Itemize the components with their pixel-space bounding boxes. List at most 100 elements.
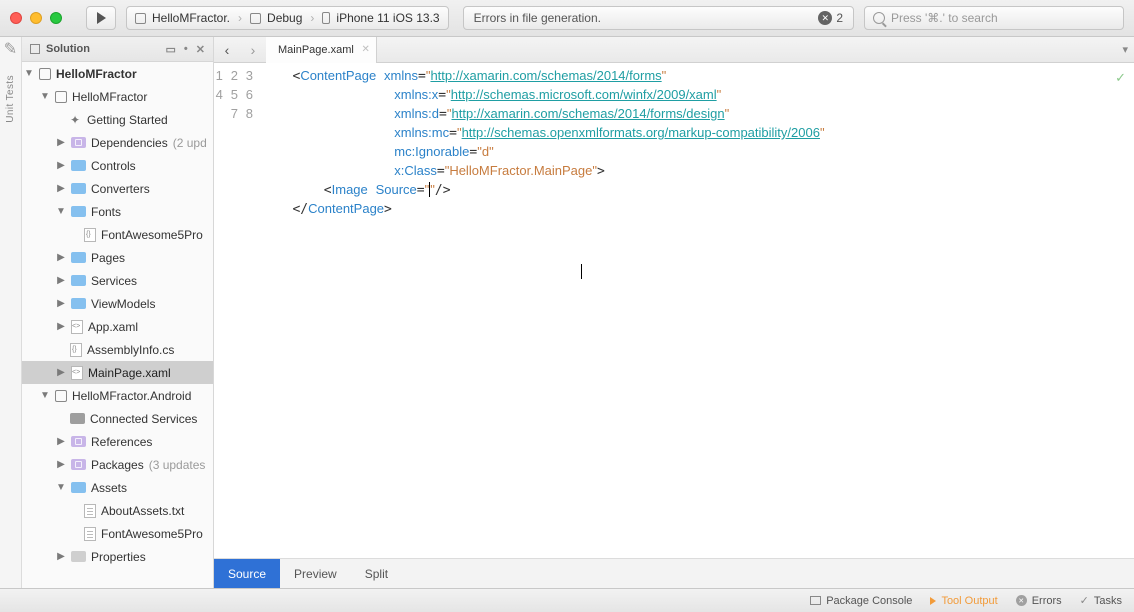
tree-item-services[interactable]: ▶ Services: [22, 269, 213, 292]
folder-icon: [71, 551, 86, 562]
tree-label: Packages: [91, 458, 144, 472]
nav-back-button[interactable]: ‹: [214, 37, 240, 63]
status-text: Errors in file generation.: [474, 11, 601, 25]
global-search[interactable]: Press '⌘.' to search: [864, 6, 1124, 30]
code-editor[interactable]: 1 2 3 4 5 6 7 8 <ContentPage xmlns="http…: [214, 63, 1134, 558]
scheme-config: Debug: [267, 11, 302, 25]
disclosure-icon[interactable]: ▶: [56, 367, 66, 378]
pad-close-icon[interactable]: ✕: [196, 43, 205, 56]
tree-item-fonts[interactable]: ▼ Fonts: [22, 200, 213, 223]
disclosure-icon[interactable]: ▶: [56, 275, 66, 286]
close-tab-button[interactable]: ✕: [361, 44, 369, 55]
tree-item-converters[interactable]: ▶ Converters: [22, 177, 213, 200]
editor-area: ‹ › MainPage.xaml ✕ ▾ 1 2 3 4 5 6 7 8 <C…: [214, 37, 1134, 588]
tree-item-appxaml[interactable]: ▶ App.xaml: [22, 315, 213, 338]
code-content[interactable]: <ContentPage xmlns="http://xamarin.com/s…: [269, 63, 1134, 558]
bottom-package-console[interactable]: Package Console: [810, 595, 912, 607]
zoom-window-button[interactable]: [50, 12, 62, 24]
run-button[interactable]: [86, 6, 116, 30]
tree-item-assets[interactable]: ▼ Assets: [22, 476, 213, 499]
tree-item-fontawesome2[interactable]: FontAwesome5Pro: [22, 522, 213, 545]
tree-label: MainPage.xaml: [88, 366, 171, 380]
run-configuration-selector[interactable]: HelloMFractor. › Debug › iPhone 11 iOS 1…: [126, 6, 449, 30]
minimize-window-button[interactable]: [30, 12, 42, 24]
view-tab-source[interactable]: Source: [214, 559, 280, 588]
tree-label: HelloMFractor.Android: [72, 389, 191, 403]
bottom-tool-output[interactable]: Tool Output: [930, 595, 997, 607]
disclosure-icon[interactable]: ▶: [56, 551, 66, 562]
disclosure-icon[interactable]: ▶: [56, 137, 66, 148]
status-error-indicator[interactable]: 2: [818, 11, 843, 25]
view-tab-split[interactable]: Split: [351, 559, 402, 588]
device-icon: [322, 12, 330, 24]
tree-label: FontAwesome5Pro: [101, 228, 203, 242]
project-icon: [55, 390, 67, 402]
left-dock: ✎ Unit Tests: [0, 37, 22, 588]
bottom-label: Errors: [1032, 595, 1062, 607]
nav-forward-button[interactable]: ›: [240, 37, 266, 63]
tree-item-aboutassets[interactable]: AboutAssets.txt: [22, 499, 213, 522]
view-tab-preview[interactable]: Preview: [280, 559, 351, 588]
folder-icon: [71, 482, 86, 493]
tree-item-getting-started[interactable]: ✦ Getting Started: [22, 108, 213, 131]
disclosure-icon[interactable]: ▶: [56, 160, 66, 171]
close-window-button[interactable]: [10, 12, 22, 24]
editor-view-tabs: Source Preview Split: [214, 558, 1134, 588]
disclosure-icon[interactable]: ▼: [56, 482, 66, 493]
tree-item-mainpage[interactable]: ▶ MainPage.xaml: [22, 361, 213, 384]
toolbox-icon[interactable]: ✎: [5, 43, 17, 55]
tree-project-2[interactable]: ▼ HelloMFractor.Android: [22, 384, 213, 407]
tree-item-pages[interactable]: ▶ Pages: [22, 246, 213, 269]
chevron-right-icon: ›: [238, 11, 242, 25]
tree-item-packages[interactable]: ▶ Packages (3 updates: [22, 453, 213, 476]
solution-pad-header: Solution ▭ • ✕: [22, 37, 213, 62]
disclosure-icon[interactable]: ▶: [56, 459, 66, 470]
disclosure-icon[interactable]: ▼: [40, 91, 50, 102]
play-icon: [930, 597, 936, 605]
tree-item-connected-services[interactable]: Connected Services: [22, 407, 213, 430]
tree-label: Fonts: [91, 205, 121, 219]
folder-icon: [71, 275, 86, 286]
editor-tabbar: ‹ › MainPage.xaml ✕ ▾: [214, 37, 1134, 63]
tree-label: AssemblyInfo.cs: [87, 343, 174, 357]
disclosure-icon[interactable]: ▼: [40, 390, 50, 401]
solution-icon: [39, 68, 51, 80]
bottom-errors[interactable]: Errors: [1016, 595, 1062, 607]
code-file-icon: [70, 343, 82, 357]
pad-icon: [30, 44, 40, 54]
tree-label: HelloMFractor: [56, 67, 137, 81]
tree-item-viewmodels[interactable]: ▶ ViewModels: [22, 292, 213, 315]
tree-item-controls[interactable]: ▶ Controls: [22, 154, 213, 177]
disclosure-icon[interactable]: ▶: [56, 298, 66, 309]
tree-label: Converters: [91, 182, 150, 196]
pad-split-icon[interactable]: ▭: [166, 43, 176, 56]
pad-options-icon[interactable]: •: [184, 43, 188, 56]
disclosure-icon[interactable]: ▶: [56, 436, 66, 447]
tree-hint: (2 upd: [173, 136, 207, 150]
editor-tab-mainpage[interactable]: MainPage.xaml ✕: [266, 37, 377, 63]
tree-item-fontawesome[interactable]: FontAwesome5Pro: [22, 223, 213, 246]
solution-pad-title: Solution: [46, 43, 90, 55]
line-number-gutter: 1 2 3 4 5 6 7 8: [214, 63, 269, 558]
tree-item-assemblyinfo[interactable]: AssemblyInfo.cs: [22, 338, 213, 361]
disclosure-icon[interactable]: ▼: [56, 206, 66, 217]
bottom-tasks[interactable]: ✓ Tasks: [1080, 594, 1122, 607]
left-dock-tab-unit-tests[interactable]: Unit Tests: [5, 75, 16, 123]
disclosure-icon[interactable]: ▶: [56, 252, 66, 263]
tree-label: ViewModels: [91, 297, 155, 311]
bottom-label: Tasks: [1094, 595, 1122, 607]
editor-tab-menu[interactable]: ▾: [1122, 43, 1128, 56]
bottom-label: Package Console: [826, 595, 912, 607]
tree-project-1[interactable]: ▼ HelloMFractor: [22, 85, 213, 108]
disclosure-icon[interactable]: ▶: [56, 321, 66, 332]
disclosure-icon[interactable]: ▶: [56, 183, 66, 194]
solution-tree[interactable]: ▼ HelloMFractor ▼ HelloMFractor ✦ Gettin…: [22, 62, 213, 588]
tree-item-dependencies[interactable]: ▶ Dependencies (2 upd: [22, 131, 213, 154]
disclosure-icon[interactable]: ▼: [24, 68, 34, 79]
tree-item-properties[interactable]: ▶ Properties: [22, 545, 213, 568]
tree-solution-root[interactable]: ▼ HelloMFractor: [22, 62, 213, 85]
tree-item-references[interactable]: ▶ References: [22, 430, 213, 453]
solution-pad: Solution ▭ • ✕ ▼ HelloMFractor ▼ HelloMF…: [22, 37, 214, 588]
project-icon: [135, 13, 146, 24]
text-file-icon: [84, 504, 96, 518]
